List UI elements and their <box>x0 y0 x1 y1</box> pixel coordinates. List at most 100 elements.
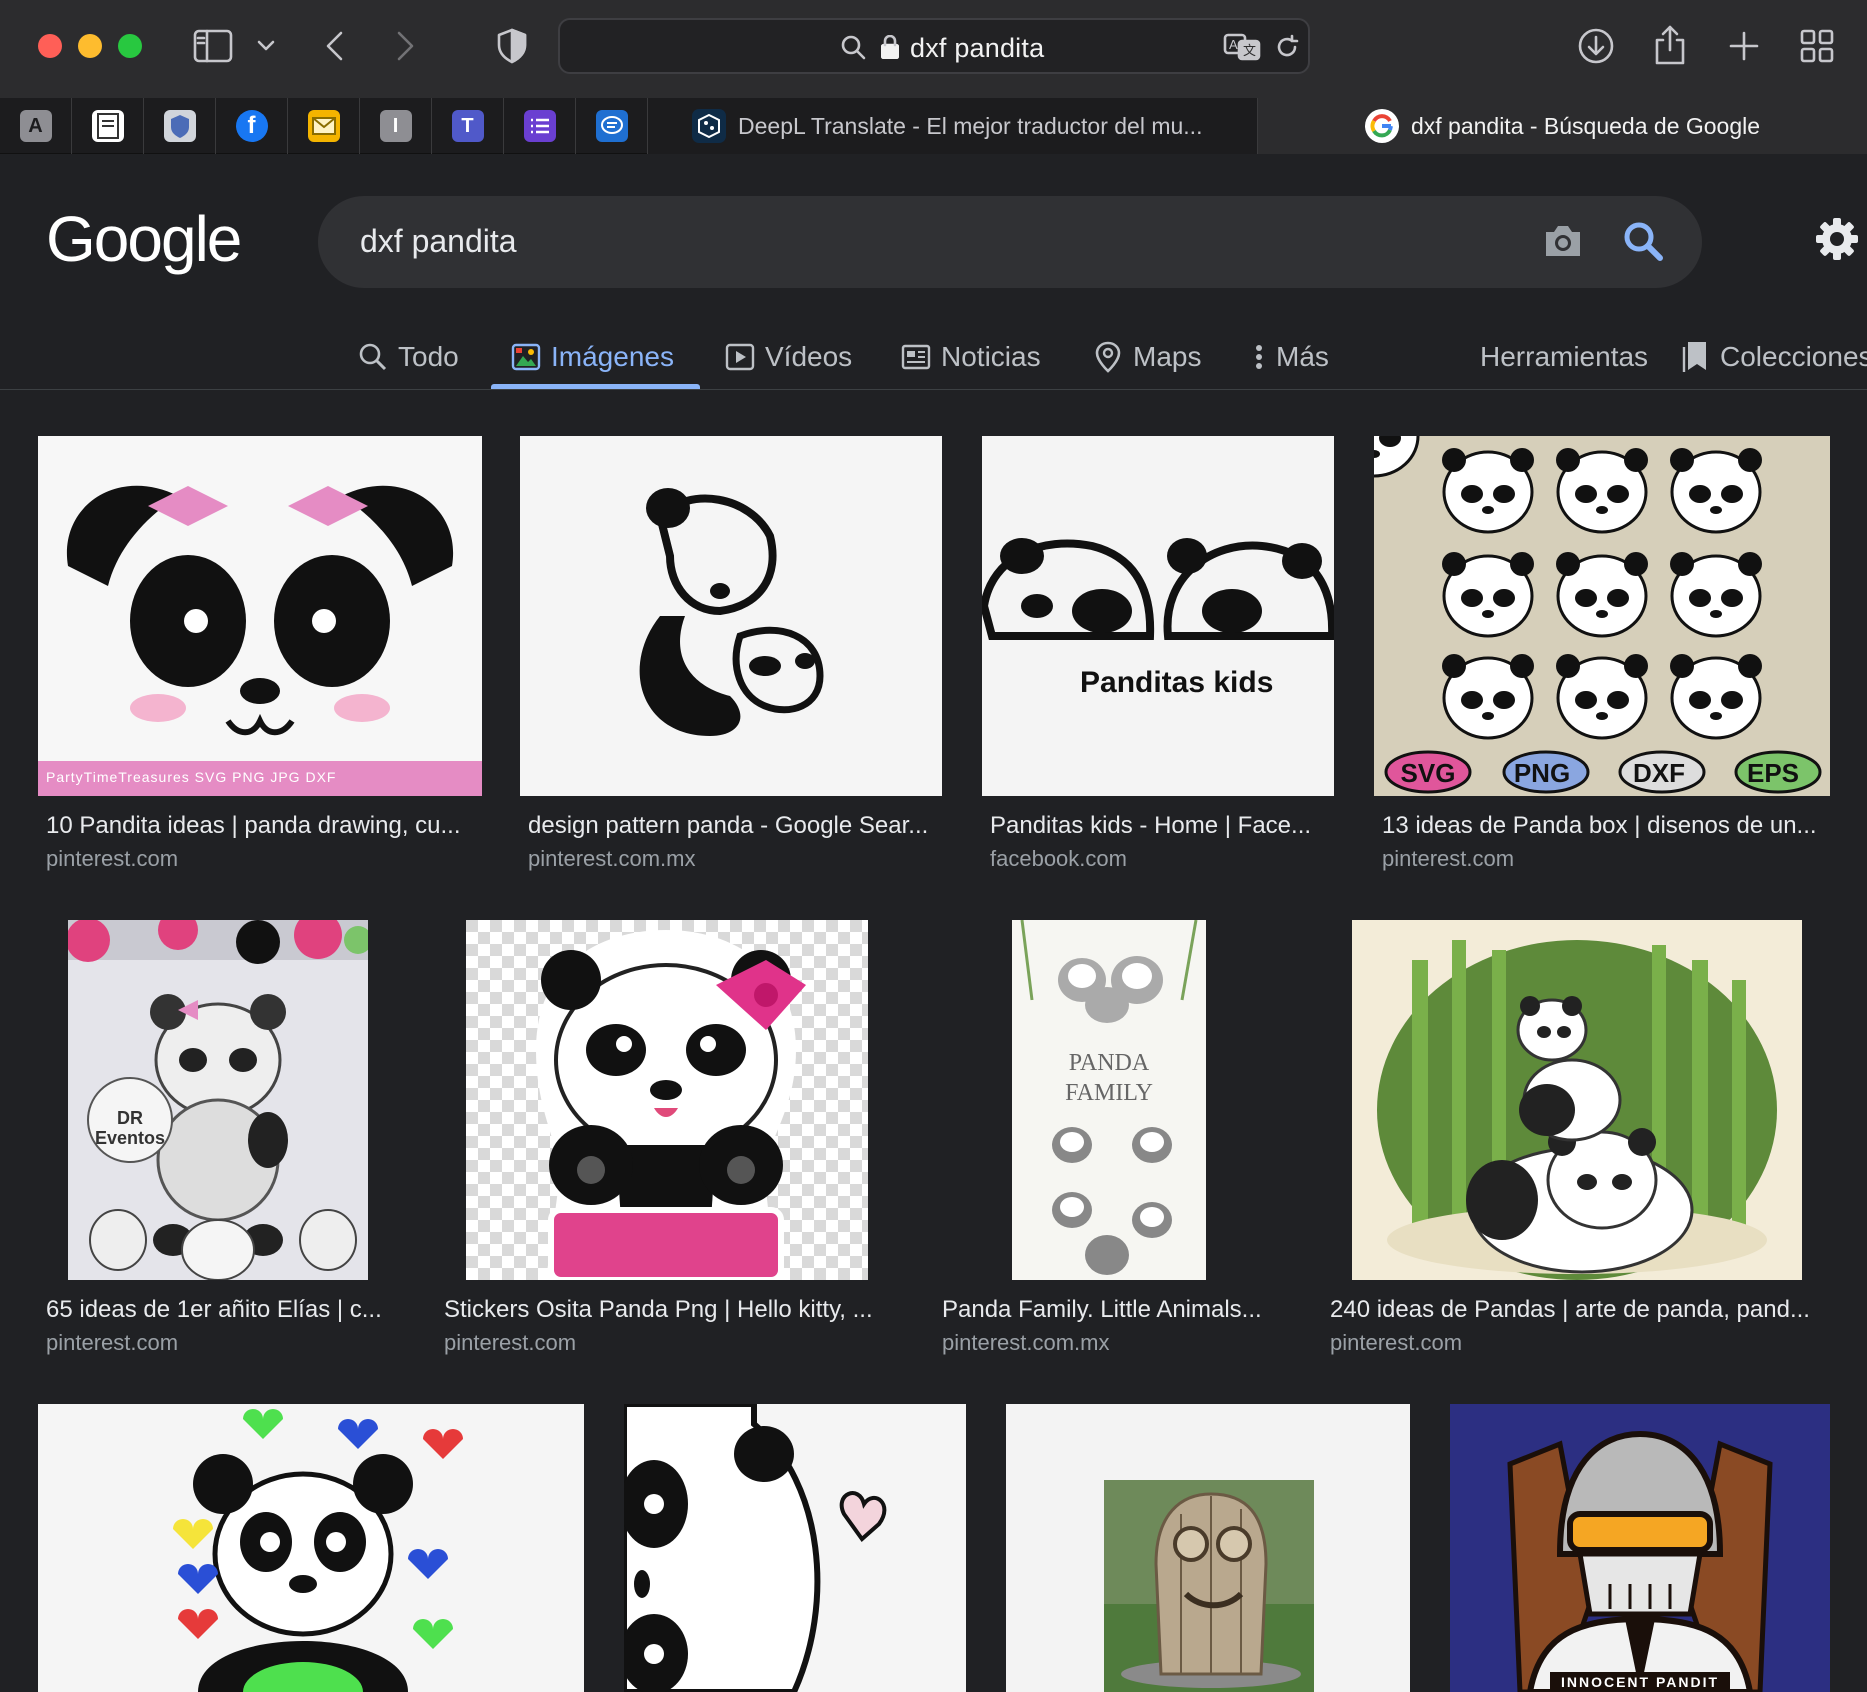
address-bar[interactable]: dxf pandita A文 <box>558 18 1310 74</box>
pinned-tab-2[interactable] <box>72 98 144 154</box>
search-icon[interactable] <box>1620 218 1666 264</box>
tab-all[interactable]: Todo <box>358 324 459 390</box>
result-title[interactable]: design pattern panda - Google Sear... <box>528 812 942 840</box>
image-result-3[interactable]: Panditas kids Panditas kids - Home | Fac… <box>982 436 1334 876</box>
result-thumbnail[interactable] <box>520 436 942 796</box>
chat-favicon-icon <box>595 110 628 142</box>
result-source[interactable]: pinterest.com <box>46 1330 178 1356</box>
result-title[interactable]: Stickers Osita Panda Png | Hello kitty, … <box>444 1296 890 1324</box>
tab-news[interactable]: Noticias <box>901 324 1041 390</box>
tab-videos[interactable]: Vídeos <box>725 324 852 390</box>
search-box[interactable]: dxf pandita <box>318 196 1702 288</box>
tab-google-search[interactable]: dxf pandita - Búsqueda de Google <box>1258 98 1867 154</box>
teams-icon: T <box>451 110 484 142</box>
result-source[interactable]: pinterest.com <box>1382 846 1514 872</box>
result-title[interactable]: 10 Pandita ideas | panda drawing, cu... <box>46 812 482 840</box>
format-tags: SVG PNG DXF EPS <box>1374 758 1830 789</box>
reload-icon[interactable] <box>1272 32 1302 62</box>
svg-text:A: A <box>1229 37 1238 52</box>
tab-deepl[interactable]: DeepL Translate - El mejor traductor del… <box>648 98 1258 154</box>
result-thumbnail[interactable]: DR Eventos <box>68 920 368 1280</box>
downloads-icon[interactable] <box>1576 24 1616 68</box>
result-thumbnail[interactable]: PartyTimeTreasures SVG PNG JPG DXF <box>38 436 482 796</box>
result-thumbnail[interactable] <box>1006 1404 1410 1692</box>
thumbnail-logo-text: INNOCENT PANDIT <box>1560 1674 1720 1690</box>
image-result-1[interactable]: PartyTimeTreasures SVG PNG JPG DXF 10 Pa… <box>38 436 482 876</box>
image-result-4[interactable]: SVG PNG DXF EPS 13 ideas de Panda box | … <box>1374 436 1830 876</box>
tab-all-label: Todo <box>398 341 459 372</box>
new-tab-icon[interactable] <box>1724 24 1764 68</box>
url-text[interactable]: dxf pandita <box>910 33 1044 64</box>
document-favicon-icon <box>91 110 124 142</box>
minimize-window-button[interactable] <box>78 34 102 58</box>
google-logo[interactable]: Google <box>46 202 242 276</box>
result-thumbnail[interactable] <box>466 920 868 1280</box>
tab-images-label: Imágenes <box>551 341 674 372</box>
result-thumbnail[interactable] <box>38 1404 584 1692</box>
image-result-6[interactable]: Stickers Osita Panda Png | Hello kitty, … <box>436 920 898 1360</box>
thumbnail-title-text: PANDA FAMILY <box>1065 1050 1153 1106</box>
map-pin-icon <box>1095 341 1121 373</box>
pinned-tab-facebook[interactable]: f <box>216 98 288 154</box>
result-source[interactable]: pinterest.com.mx <box>528 846 696 872</box>
result-thumbnail[interactable]: SVG PNG DXF EPS <box>1374 436 1830 796</box>
result-source[interactable]: pinterest.com <box>1330 1330 1462 1356</box>
image-result-8[interactable]: 240 ideas de Pandas | arte de panda, pan… <box>1322 920 1830 1360</box>
result-title[interactable]: 240 ideas de Pandas | arte de panda, pan… <box>1330 1296 1830 1324</box>
gear-icon[interactable] <box>1814 216 1860 262</box>
pinned-tab-a[interactable]: A <box>0 98 72 154</box>
pinned-tab-3[interactable] <box>144 98 216 154</box>
share-icon[interactable] <box>1650 22 1690 68</box>
result-thumbnail[interactable]: PANDA FAMILY <box>1012 920 1206 1280</box>
forward-icon[interactable] <box>390 26 422 66</box>
back-icon[interactable] <box>318 26 350 66</box>
chevron-down-icon[interactable] <box>254 32 278 60</box>
pinned-tab-i[interactable]: I <box>360 98 432 154</box>
image-result-12[interactable]: INNOCENT PANDIT <box>1450 1404 1830 1692</box>
tab-more-label: Más <box>1276 341 1329 372</box>
result-title[interactable]: Panditas kids - Home | Face... <box>990 812 1334 840</box>
privacy-shield-icon[interactable] <box>494 26 530 66</box>
close-window-button[interactable] <box>38 34 62 58</box>
pinned-tab-8[interactable] <box>504 98 576 154</box>
image-result-9[interactable] <box>38 1404 584 1692</box>
tab-maps[interactable]: Maps <box>1093 324 1201 390</box>
result-source[interactable]: pinterest.com.mx <box>942 1330 1110 1356</box>
result-title[interactable]: 13 ideas de Panda box | disenos de un... <box>1382 812 1830 840</box>
search-icon <box>838 32 868 62</box>
pinned-tab-5[interactable] <box>288 98 360 154</box>
tab-images[interactable]: Imágenes <box>511 324 674 390</box>
collections-button[interactable]: Colecciones <box>1680 324 1867 390</box>
result-title[interactable]: 65 ideas de 1er añito Elías | c... <box>46 1296 420 1324</box>
image-result-10[interactable] <box>624 1404 966 1692</box>
tools-label: Herramientas <box>1480 341 1649 372</box>
pinned-tab-teams[interactable]: T <box>432 98 504 154</box>
image-result-5[interactable]: DR Eventos 65 ideas de 1er añito Elías |… <box>38 920 420 1360</box>
result-thumbnail[interactable] <box>1352 920 1802 1280</box>
lock-icon <box>878 32 902 62</box>
camera-icon[interactable] <box>1540 218 1586 264</box>
result-thumbnail[interactable]: INNOCENT PANDIT <box>1450 1404 1830 1692</box>
image-result-2[interactable]: design pattern panda - Google Sear... pi… <box>520 436 942 876</box>
result-source[interactable]: pinterest.com <box>46 846 178 872</box>
tab-more[interactable]: Más <box>1252 324 1329 390</box>
result-source[interactable]: pinterest.com <box>444 1330 576 1356</box>
translate-icon[interactable]: A文 <box>1222 32 1262 62</box>
result-title[interactable]: Panda Family. Little Animals... <box>942 1296 1288 1324</box>
search-input[interactable]: dxf pandita <box>360 223 517 260</box>
sidebar-icon[interactable] <box>192 26 234 66</box>
google-images-page: Google dxf pandita Todo Imágenes Vídeos … <box>0 154 1867 1692</box>
tab-maps-label: Maps <box>1133 341 1202 372</box>
thumbnail-logo-text: DR Eventos <box>94 1108 166 1148</box>
result-source[interactable]: facebook.com <box>990 846 1127 872</box>
result-thumbnail[interactable] <box>624 1404 966 1692</box>
tab-overview-icon[interactable] <box>1796 24 1838 68</box>
image-result-11[interactable] <box>1006 1404 1410 1692</box>
tools-button[interactable]: Herramientas <box>1480 324 1648 390</box>
image-result-7[interactable]: PANDA FAMILY Panda Family. Little Animal… <box>934 920 1288 1360</box>
tag-svg: SVG <box>1400 758 1456 788</box>
zoom-window-button[interactable] <box>118 34 142 58</box>
result-thumbnail[interactable]: Panditas kids <box>982 436 1334 796</box>
tab-videos-label: Vídeos <box>765 341 853 372</box>
pinned-tab-9[interactable] <box>576 98 648 154</box>
